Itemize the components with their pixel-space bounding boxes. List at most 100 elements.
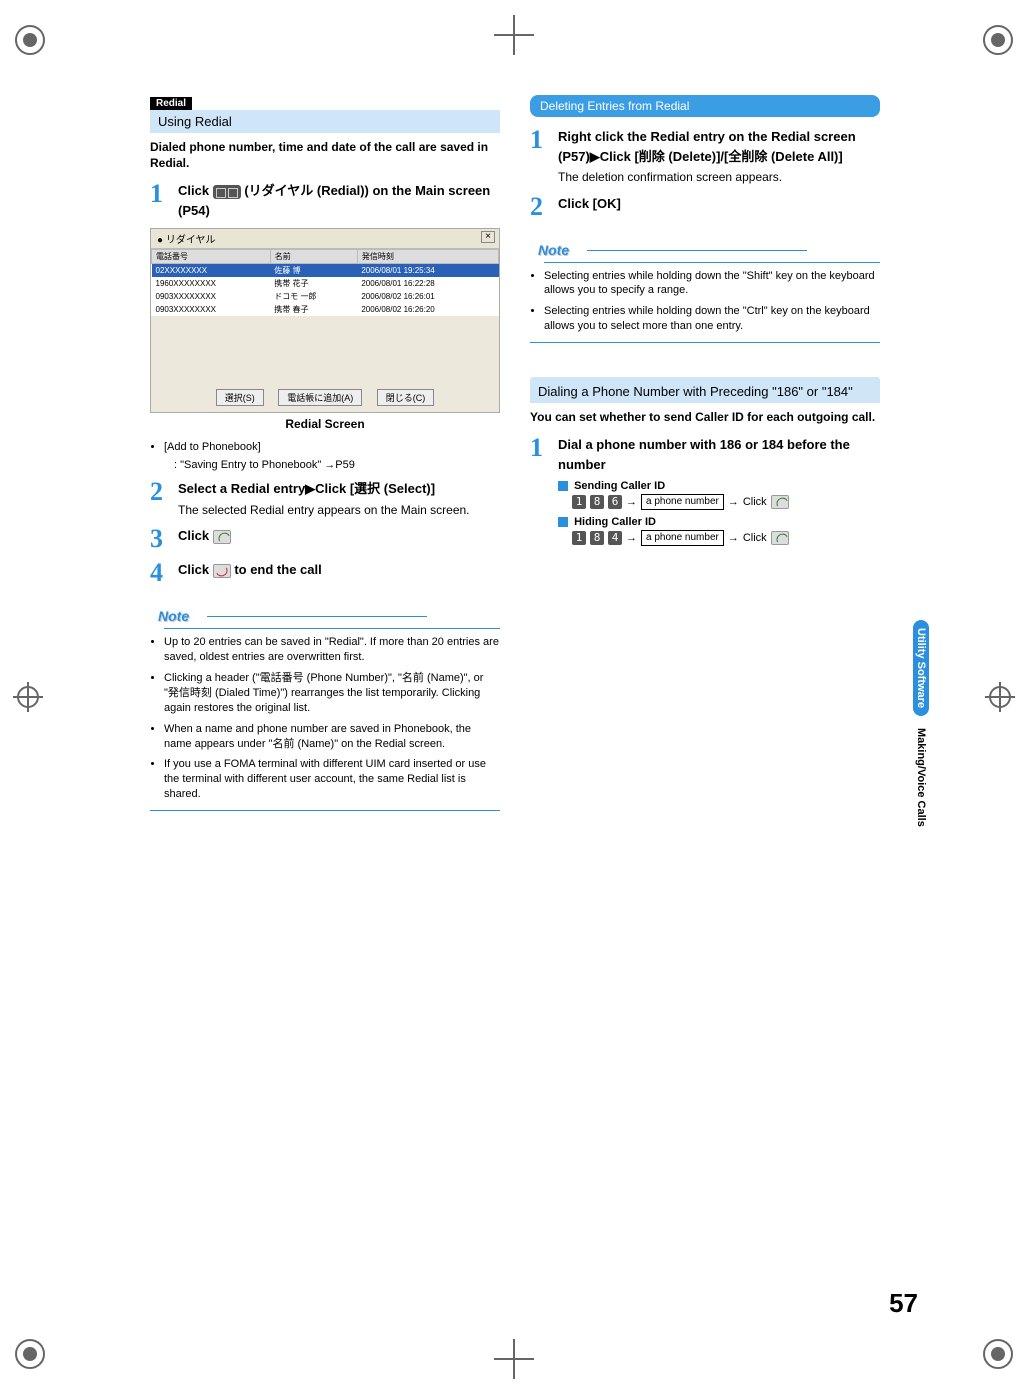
hiding-caller-id-line: 1 8 4 → a phone number → Click [572, 530, 880, 546]
close-icon: × [481, 231, 495, 243]
deleting-entries-heading: Deleting Entries from Redial [530, 95, 880, 117]
hiding-caller-id-label: Hiding Caller ID [558, 516, 880, 528]
dialing-intro: You can set whether to send Caller ID fo… [530, 409, 880, 425]
step-2-title: Select a Redial entry▶Click [選択 (Select)… [178, 479, 500, 499]
dialing-heading: Dialing a Phone Number with Preceding "1… [530, 380, 880, 403]
click-text: Click [743, 532, 767, 544]
step-1: 1 Click (リダイヤル (Redial)) on the Main scr… [150, 181, 500, 220]
col-phone: 電話番号 [152, 250, 271, 264]
ss-btn-add: 電話帳に追加(A) [278, 389, 362, 406]
phone-call-icon [771, 495, 789, 509]
crop-mark-top [494, 15, 534, 55]
delete-note-list: Selecting entries while holding down the… [544, 262, 880, 334]
step-3: 3 Click [150, 526, 500, 552]
delete-step-1-title: Right click the Redial entry on the Redi… [558, 127, 880, 166]
step-number: 4 [150, 560, 172, 586]
note-flag: Note [150, 606, 207, 626]
side-tab-blue: Utility Software [913, 620, 929, 716]
note-flag: Note [530, 240, 587, 260]
crop-mark-left [8, 682, 48, 712]
step-3-pre: Click [178, 528, 213, 543]
registration-mark-bl [15, 1339, 45, 1369]
crop-mark-right [980, 682, 1020, 712]
table-row: 0903XXXXXXXX 携帯 春子 2006/08/02 16:26:20 [152, 303, 499, 316]
step-3-title: Click [178, 526, 500, 546]
table-row: 0903XXXXXXXX ドコモ 一郎 2006/08/02 16:26:01 [152, 290, 499, 303]
hiding-caller-id-text: Hiding Caller ID [574, 516, 656, 528]
step-2-desc: The selected Redial entry appears on the… [178, 503, 500, 519]
registration-mark-tr [983, 25, 1013, 55]
ss-buttons: 選択(S) 電話帳に追加(A) 閉じる(C) [151, 389, 499, 406]
step-4-title: Click to end the call [178, 560, 500, 580]
sending-caller-id-text: Sending Caller ID [574, 480, 665, 492]
table-row: 1960XXXXXXXX 携帯 花子 2006/08/01 16:22:28 [152, 277, 499, 290]
ss-title: ● リダイヤル × [151, 229, 499, 249]
delete-step-1: 1 Right click the Redial entry on the Re… [530, 127, 880, 186]
delete-step-2: 2 Click [OK] [530, 194, 880, 220]
phone-call-icon [771, 531, 789, 545]
note-item: When a name and phone number are saved i… [164, 722, 500, 752]
note-item: Up to 20 entries can be saved in "Redial… [164, 635, 500, 665]
ss-btn-select: 選択(S) [216, 389, 264, 406]
note-item: If you use a FOMA terminal with differen… [164, 757, 500, 802]
step-number: 3 [150, 526, 172, 552]
side-tab-black: Making/Voice Calls [913, 722, 929, 833]
square-bullet-icon [558, 517, 568, 527]
page-content: Redial Using Redial Dialed phone number,… [150, 95, 880, 819]
side-tab: Utility Software Making/Voice Calls [913, 620, 933, 833]
note-bottom-rule [530, 342, 880, 343]
digit-key: 1 [572, 531, 586, 545]
dial-step-1: 1 Dial a phone number with 186 or 184 be… [530, 435, 880, 552]
sending-caller-id-line: 1 8 6 → a phone number → Click [572, 494, 880, 510]
phone-number-box: a phone number [641, 494, 724, 510]
digit-key: 8 [590, 495, 604, 509]
registration-mark-tl [15, 25, 45, 55]
note-list: Up to 20 entries can be saved in "Redial… [164, 628, 500, 801]
step-2: 2 Select a Redial entry▶Click [選択 (Selec… [150, 479, 500, 518]
crop-mark-bottom [494, 1339, 534, 1379]
sending-caller-id-label: Sending Caller ID [558, 480, 880, 492]
screenshot-caption: Redial Screen [150, 417, 500, 431]
ss-btn-close: 閉じる(C) [377, 389, 435, 406]
using-redial-heading: Using Redial [150, 110, 500, 133]
add-to-phonebook-list: [Add to Phonebook] [164, 441, 500, 453]
page-number: 57 [889, 1288, 918, 1319]
table-row: 02XXXXXXXX 佐藤 博 2006/08/01 19:25:34 [152, 264, 499, 278]
ss-table: 電話番号 名前 発信時刻 02XXXXXXXX 佐藤 博 2006/08/01 … [151, 249, 499, 316]
note-item: Clicking a header ("電話番号 (Phone Number)"… [164, 671, 500, 716]
digit-key: 4 [608, 531, 622, 545]
step-number: 1 [530, 127, 552, 186]
redial-icon [213, 185, 241, 199]
redial-screenshot: ● リダイヤル × 電話番号 名前 発信時刻 02XXXXXXXX 佐藤 博 2… [150, 228, 500, 413]
registration-mark-br [983, 1339, 1013, 1369]
digit-key: 6 [608, 495, 622, 509]
note-item: Selecting entries while holding down the… [544, 304, 880, 334]
step-number: 1 [530, 435, 552, 552]
phone-number-box: a phone number [641, 530, 724, 546]
delete-step-1-desc: The deletion confirmation screen appears… [558, 170, 880, 186]
arrow-icon: → [626, 532, 637, 544]
arrow-icon: → [728, 496, 739, 508]
add-to-phonebook-label: [Add to Phonebook] [164, 441, 500, 453]
square-bullet-icon [558, 481, 568, 491]
step-4-pre: Click [178, 562, 213, 577]
left-column: Redial Using Redial Dialed phone number,… [150, 95, 500, 819]
right-column: Deleting Entries from Redial 1 Right cli… [530, 95, 880, 819]
redial-intro: Dialed phone number, time and date of th… [150, 139, 500, 171]
step-number: 2 [530, 194, 552, 220]
digit-key: 1 [572, 495, 586, 509]
click-text: Click [743, 496, 767, 508]
phone-hangup-icon [213, 564, 231, 578]
ss-title-text: リダイヤル [166, 235, 216, 246]
col-name: 名前 [270, 250, 357, 264]
arrow-icon: → [728, 532, 739, 544]
dial-step-1-title: Dial a phone number with 186 or 184 befo… [558, 435, 880, 474]
digit-key: 8 [590, 531, 604, 545]
note-bottom-rule [150, 810, 500, 811]
step-4: 4 Click to end the call [150, 560, 500, 586]
phone-call-icon [213, 530, 231, 544]
add-to-phonebook-ref: : "Saving Entry to Phonebook" →P59 [174, 459, 500, 471]
col-time: 発信時刻 [357, 250, 498, 264]
step-1-pre: Click [178, 183, 213, 198]
step-1-title: Click (リダイヤル (Redial)) on the Main scree… [178, 181, 500, 220]
